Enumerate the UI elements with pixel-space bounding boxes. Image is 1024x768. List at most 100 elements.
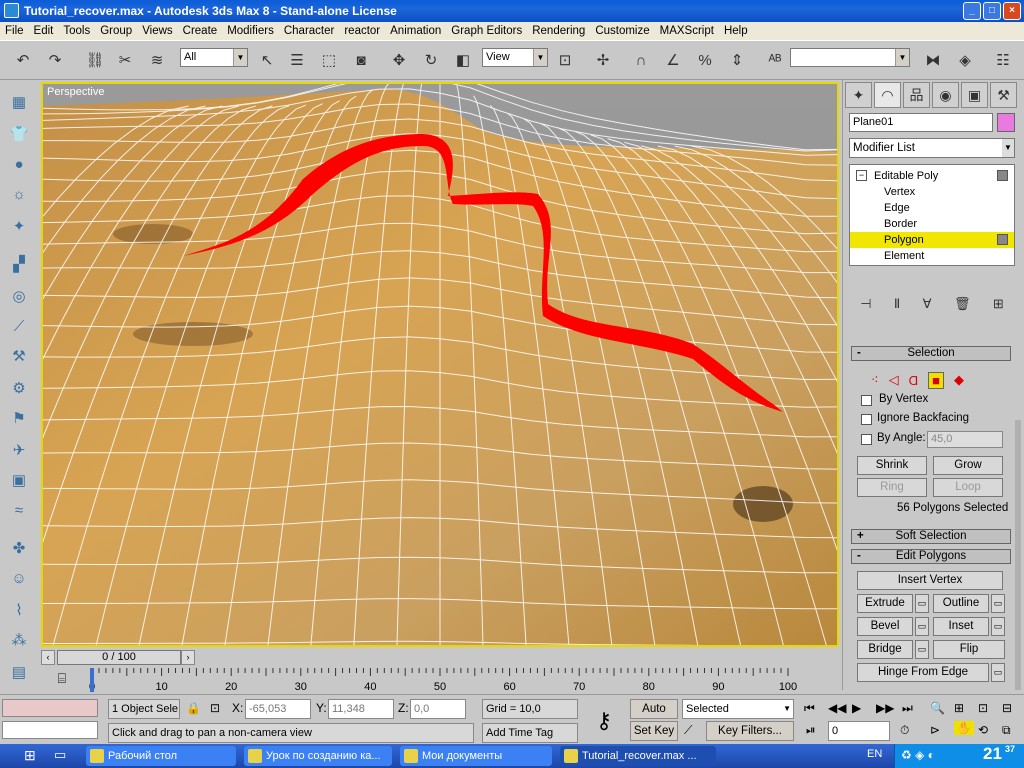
arc-rotate-icon[interactable]: ⟲ — [978, 723, 988, 737]
bevel-button[interactable]: Bevel — [857, 617, 913, 636]
pin-stack-icon[interactable]: ⊣ — [860, 296, 871, 318]
hinge-settings-icon[interactable]: ▭ — [991, 663, 1005, 682]
stack-item-element[interactable]: Element — [850, 248, 1014, 264]
wave-icon[interactable]: ≈ — [7, 498, 31, 522]
extrude-settings-icon[interactable]: ▭ — [915, 594, 929, 613]
edge-level-icon[interactable]: ◁ — [889, 372, 899, 388]
menu-character[interactable]: Character — [279, 22, 340, 40]
select-move-icon[interactable]: ✥ — [386, 47, 412, 73]
remove-modifier-icon[interactable]: 🗑 — [954, 296, 971, 318]
add-time-tag[interactable]: Add Time Tag — [482, 723, 578, 743]
close-button[interactable]: × — [1003, 2, 1021, 20]
bridge-button[interactable]: Bridge — [857, 640, 913, 659]
stack-toggle-icon[interactable] — [997, 234, 1008, 245]
element-level-icon[interactable]: ◆ — [954, 372, 964, 388]
collapse-icon[interactable]: − — [856, 170, 867, 181]
menu-animation[interactable]: Animation — [385, 22, 446, 40]
time-configuration-icon[interactable]: ⏱ — [900, 723, 909, 738]
utilities-tab-icon[interactable]: ⚒ — [990, 82, 1017, 108]
outline-button[interactable]: Outline — [933, 594, 989, 613]
angle-snap-icon[interactable]: ∠ — [660, 47, 686, 73]
key-mode-toggle-icon[interactable]: ⏯ — [806, 723, 816, 738]
object-color-swatch[interactable] — [997, 113, 1015, 132]
go-to-start-icon[interactable]: ⏮ — [804, 701, 815, 716]
time-slider-thumb[interactable]: 0 / 100 — [57, 650, 181, 665]
next-frame-icon[interactable]: ▶▶ — [876, 701, 894, 715]
ring-button[interactable]: Ring — [857, 478, 927, 497]
grow-button[interactable]: Grow — [933, 456, 1003, 475]
shrink-button[interactable]: Shrink — [857, 456, 927, 475]
named-selection-set-dropdown[interactable]: ▼ — [790, 48, 910, 67]
taskbar-item-documents[interactable]: Мои документы — [400, 746, 552, 766]
select-object-icon[interactable]: ↖ — [254, 47, 280, 73]
redo-icon[interactable]: ↷ — [42, 47, 68, 73]
flip-button[interactable]: Flip — [933, 640, 1005, 659]
app-icon[interactable] — [4, 3, 19, 18]
stack-item-editable-poly[interactable]: − Editable Poly — [850, 168, 1014, 184]
current-frame-field[interactable]: 0 — [828, 721, 890, 741]
show-end-result-icon[interactable]: Ⅱ — [894, 296, 900, 318]
star-icon[interactable]: ✦ — [7, 214, 31, 238]
bevel-settings-icon[interactable]: ▭ — [915, 617, 929, 636]
select-by-name-icon[interactable]: ☰ — [284, 47, 310, 73]
time-next-icon[interactable]: › — [181, 650, 195, 665]
z-coordinate-field[interactable]: 0,0 — [410, 699, 466, 719]
lock-icon[interactable]: 🔒 — [186, 701, 201, 715]
y-coordinate-field[interactable]: 11,348 — [328, 699, 394, 719]
menu-customize[interactable]: Customize — [590, 22, 654, 40]
stack-item-edge[interactable]: Edge — [850, 200, 1014, 216]
mirror-icon[interactable]: ⧓ — [920, 47, 946, 73]
maxscript-listener-pink[interactable] — [2, 699, 98, 717]
select-link-icon[interactable]: ⛓ — [82, 47, 108, 73]
vertex-level-icon[interactable]: ⁖ — [871, 372, 879, 388]
snaps-toggle-icon[interactable]: ∩ — [628, 47, 654, 73]
modify-tab-icon[interactable]: ◠ — [874, 82, 901, 108]
menu-graph-editors[interactable]: Graph Editors — [446, 22, 527, 40]
hierarchy-tab-icon[interactable]: 品 — [903, 82, 930, 108]
spinner-snap-icon[interactable]: ⇕ — [724, 47, 750, 73]
edit-polygons-rollout-header[interactable]: - Edit Polygons — [851, 549, 1011, 564]
reference-coordinate-dropdown[interactable]: View ▼ — [482, 48, 548, 67]
objects-tab-icon[interactable]: ▦ — [7, 90, 31, 114]
helper-icon[interactable]: ⚑ — [7, 406, 31, 430]
time-prev-icon[interactable]: ‹ — [41, 650, 55, 665]
inset-settings-icon[interactable]: ▭ — [991, 617, 1005, 636]
maximize-viewport-icon[interactable]: ⧉ — [1002, 723, 1011, 738]
window-crossing-icon[interactable]: ◙ — [348, 47, 374, 73]
extrude-button[interactable]: Extrude — [857, 594, 913, 613]
minimize-button[interactable]: _ — [963, 2, 981, 20]
menu-create[interactable]: Create — [178, 22, 223, 40]
gear-icon[interactable]: ⚙ — [7, 376, 31, 400]
display-tab-icon[interactable]: ▣ — [961, 82, 988, 108]
selection-filter-dropdown[interactable]: All ▼ — [180, 48, 248, 67]
menu-tools[interactable]: Tools — [58, 22, 95, 40]
rectangular-selection-icon[interactable]: ⬚ — [316, 47, 342, 73]
stack-item-polygon[interactable]: Polygon — [850, 232, 1014, 248]
key-filters-button[interactable]: Key Filters... — [706, 721, 794, 741]
by-vertex-checkbox[interactable] — [861, 395, 872, 406]
menu-reactor[interactable]: reactor — [339, 22, 385, 40]
field-of-view-icon[interactable]: ⊳ — [930, 723, 940, 737]
taskbar-item-lesson[interactable]: Урок по созданию ка... — [244, 746, 392, 766]
tray-icons[interactable]: ♻ ◈ ◐ — [901, 748, 935, 762]
key-icon[interactable]: ⚷ — [582, 703, 626, 739]
checker-icon[interactable]: ▞ — [7, 252, 31, 276]
tangent-type-icon[interactable]: ⟋ — [684, 723, 692, 738]
stack-toggle-icon[interactable] — [997, 170, 1008, 181]
modifier-list-dropdown[interactable]: Modifier List ▼ — [849, 138, 1015, 158]
inset-button[interactable]: Inset — [933, 617, 989, 636]
motion-tab-icon[interactable]: ◉ — [932, 82, 959, 108]
soft-selection-rollout-header[interactable]: + Soft Selection — [851, 529, 1011, 544]
select-rotate-icon[interactable]: ↻ — [418, 47, 444, 73]
torus-icon[interactable]: ◎ — [7, 284, 31, 308]
menu-group[interactable]: Group — [95, 22, 137, 40]
key-mode-dropdown[interactable]: Selected ▼ — [682, 699, 794, 719]
language-indicator[interactable]: EN — [867, 748, 882, 760]
percent-snap-icon[interactable]: % — [692, 47, 718, 73]
pan-hand-icon[interactable]: ✋ — [954, 721, 974, 735]
make-unique-icon[interactable]: ∀ — [923, 296, 932, 318]
unlink-icon[interactable]: ✂ — [112, 47, 138, 73]
object-name-field[interactable]: Plane01 — [849, 113, 993, 132]
absolute-mode-icon[interactable]: ⊡ — [210, 701, 220, 715]
stack-item-border[interactable]: Border — [850, 216, 1014, 232]
